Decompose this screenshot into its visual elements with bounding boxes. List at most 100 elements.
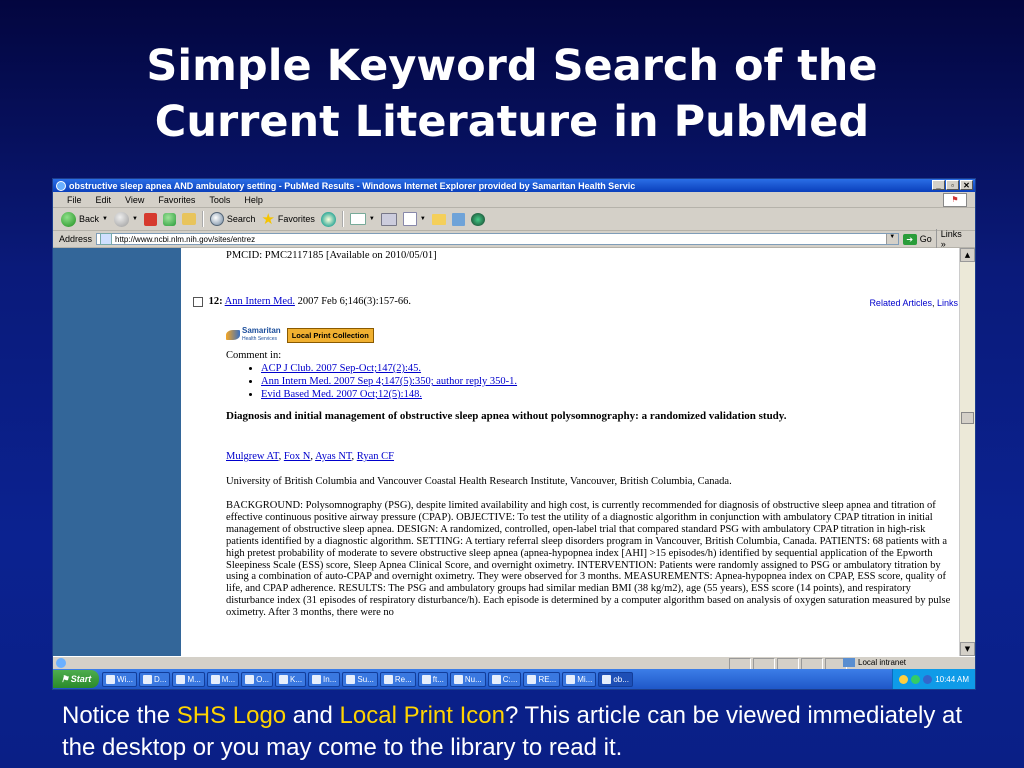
refresh-icon[interactable] [162,212,176,226]
links-link[interactable]: Links [937,298,958,308]
taskbar-button[interactable]: O... [241,671,274,687]
search-button[interactable]: Search [209,212,255,226]
favorites-button[interactable]: ★ Favorites [261,212,314,227]
taskbar-button[interactable]: C:... [487,671,522,687]
close-button[interactable]: ✕ [960,180,973,190]
author-list: Mulgrew AT, Fox N, Ayas NT, Ryan CF [226,451,394,462]
mail-icon [349,213,366,225]
back-arrow-icon [61,211,76,227]
start-button[interactable]: ⚑ Start [53,670,99,688]
author-link[interactable]: Fox N [284,451,311,462]
go-button[interactable]: ➔ Go [902,233,932,245]
menu-file[interactable]: File [67,195,82,205]
taskbar-button[interactable]: K... [275,671,307,687]
edit-button[interactable]: ▼ [402,212,426,226]
app-icon [106,674,115,684]
taskbar-button[interactable]: Wi... [102,671,137,687]
samaritan-logo-icon [226,330,240,340]
abstract-text: BACKGROUND: Polysomnography (PSG), despi… [226,500,951,619]
author-link[interactable]: Ryan CF [357,451,394,462]
tray-icon[interactable] [911,674,921,684]
taskbar-button-label: D... [154,674,167,684]
comment-item: Ann Intern Med. 2007 Sep 4;147(5):350; a… [261,375,517,388]
toolbar: Back ▼ ▼ Search ★ Favorites ▼ ▼ [53,208,975,231]
menu-help[interactable]: Help [244,195,263,205]
links-button[interactable]: Links » [935,229,969,249]
app-icon [245,674,255,684]
vertical-scrollbar[interactable]: ▲ ▼ [959,248,975,656]
taskbar-button[interactable]: In... [308,671,341,687]
app-icon [383,674,393,684]
author-link[interactable]: Ayas NT [315,451,351,462]
app-icon [566,674,576,684]
citation-text: 2007 Feb 6;146(3):157-66. [294,296,412,307]
shs-logo[interactable]: Samaritan Health Services [226,327,281,343]
scroll-thumb[interactable] [961,412,974,424]
go-label: Go [919,234,932,244]
shs-logo-name: Samaritan [242,326,281,335]
folder-icon[interactable] [431,213,446,225]
home-icon[interactable] [181,213,196,225]
app-icon [602,674,612,684]
stop-icon[interactable] [143,212,157,226]
taskbar-button[interactable]: M... [206,671,240,687]
pmcid-text: PMCID: PMC2117185 [Available on 2010/05/… [226,250,437,261]
caption-highlight-print: Local Print Icon [339,702,505,729]
comment-link[interactable]: ACP J Club. 2007 Sep-Oct;147(2):45. [261,363,421,374]
restore-button[interactable]: ▫ [946,180,959,190]
comment-link[interactable]: Ann Intern Med. 2007 Sep 4;147(5):350; a… [261,376,517,387]
app-icon [279,674,289,684]
journal-link[interactable]: Ann Intern Med. [225,296,295,307]
forward-arrow-icon [113,211,129,227]
comment-link[interactable]: Evid Based Med. 2007 Oct;12(5):148. [261,389,422,400]
address-input[interactable]: http://www.ncbi.nlm.nih.gov/sites/entrez… [96,233,899,245]
taskbar-button-label: M... [221,674,236,684]
taskbar-button-label: RE... [538,674,557,684]
status-bar: Local intranet [53,656,975,670]
taskbar-button[interactable]: RE... [523,671,561,687]
taskbar: ⚑ Start Wi... D... M... M... O... K... In... Su… [53,669,975,689]
media-icon[interactable] [320,211,336,227]
scroll-down-icon[interactable]: ▼ [960,642,975,656]
taskbar-button[interactable]: M... [172,671,205,687]
messenger-icon[interactable] [470,212,485,226]
taskbar-button-label: Wi... [117,674,133,684]
menu-favorites[interactable]: Favorites [158,195,195,205]
scroll-up-icon[interactable]: ▲ [960,248,975,262]
taskbar-button[interactable]: D... [139,671,171,687]
taskbar-button[interactable]: ob... [598,671,633,687]
taskbar-button[interactable]: ft... [417,671,448,687]
menu-edit[interactable]: Edit [96,195,112,205]
minimize-button[interactable]: _ [932,180,945,190]
taskbar-button[interactable]: Mi... [562,671,597,687]
taskbar-button-label: K... [290,674,303,684]
tray-icon[interactable] [899,674,909,684]
window-titlebar[interactable]: obstructive sleep apnea AND ambulatory s… [53,179,975,192]
taskbar-button-label: M... [187,674,201,684]
taskbar-button-label: O... [256,674,270,684]
links-label: Links [940,229,962,239]
chevron-down-icon: ▼ [102,216,108,222]
address-label: Address [59,234,93,244]
forward-button[interactable]: ▼ [113,211,138,227]
security-zone: Local intranet [843,658,906,667]
taskbar-button[interactable]: Su... [342,671,378,687]
menu-bar: File Edit View Favorites Tools Help ⚑ [53,192,975,208]
tray-icon[interactable] [923,674,933,684]
chevron-down-icon[interactable]: ▼ [885,234,898,244]
research-icon[interactable] [451,212,465,226]
taskbar-button[interactable]: Nu... [449,671,486,687]
taskbar-button[interactable]: Re... [379,671,416,687]
search-icon [209,212,224,226]
print-icon[interactable] [380,212,397,226]
toolbar-separator [341,211,344,227]
back-button[interactable]: Back ▼ [61,211,108,227]
menu-view[interactable]: View [125,195,144,205]
menu-tools[interactable]: Tools [209,195,230,205]
related-articles-link[interactable]: Related Articles [869,298,932,308]
result-checkbox[interactable] [193,296,203,307]
related-links: Related Articles, Links [869,298,958,308]
mail-button[interactable]: ▼ [349,213,375,225]
local-print-icon[interactable]: Local Print Collection [286,327,374,343]
author-link[interactable]: Mulgrew AT [226,451,279,462]
